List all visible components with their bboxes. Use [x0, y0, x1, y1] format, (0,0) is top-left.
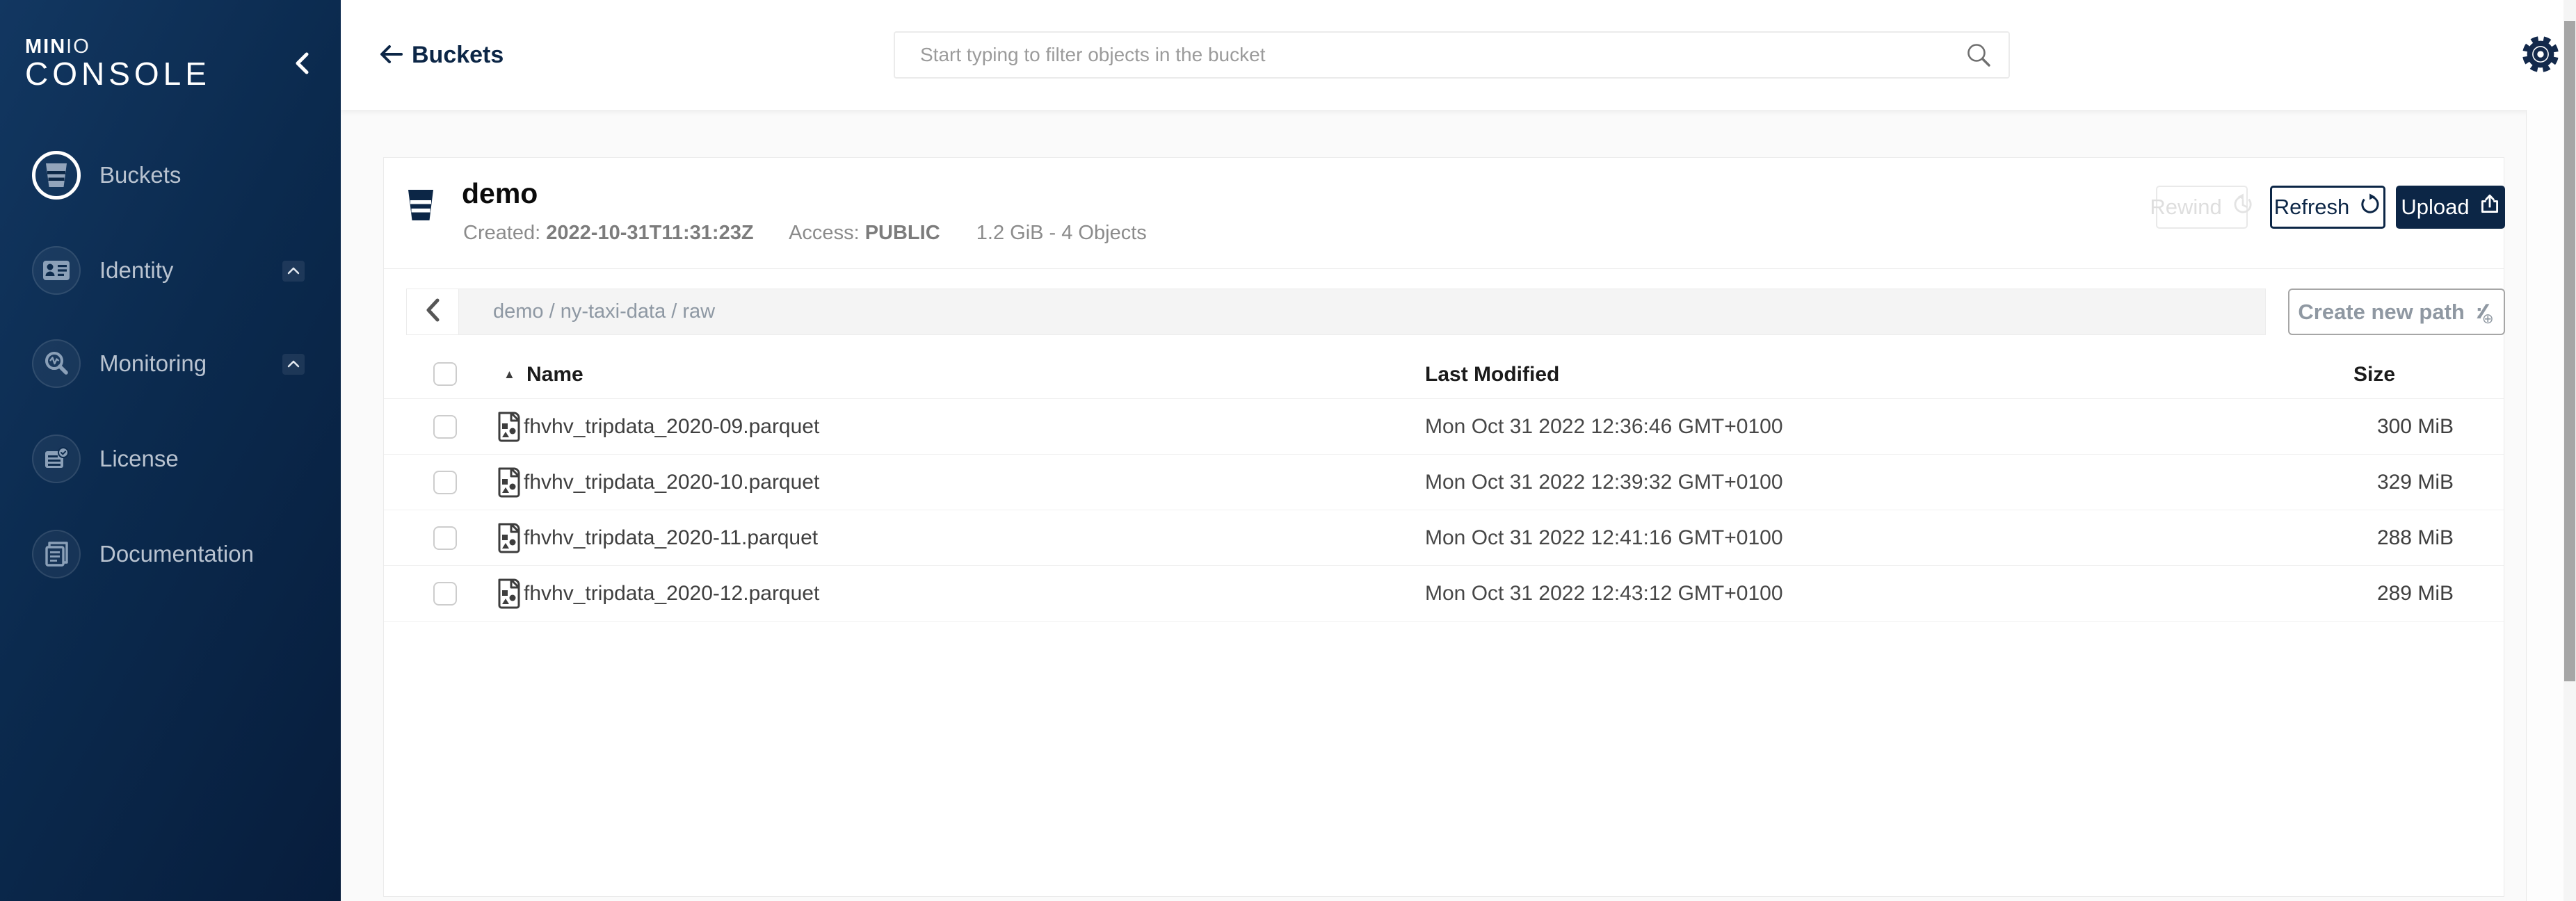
- identity-collapse-button[interactable]: [282, 261, 305, 282]
- created-value: 2022-10-31T11:31:23Z: [546, 222, 753, 244]
- table-row[interactable]: fhvhv_tripdata_2020-10.parquet Mon Oct 3…: [384, 455, 2504, 510]
- bucket-browser-panel: demo Created: 2022-10-31T11:31:23Z Acces…: [383, 157, 2504, 897]
- rewind-button[interactable]: Rewind: [2156, 186, 2248, 229]
- chevron-left-icon: [293, 51, 311, 78]
- sidebar-item-label: Monitoring: [99, 339, 207, 388]
- id-card-icon: [32, 246, 81, 295]
- gear-icon: [2520, 67, 2561, 77]
- access-label: Access:: [789, 222, 860, 244]
- table-row[interactable]: fhvhv_tripdata_2020-11.parquet Mon Oct 3…: [384, 510, 2504, 566]
- parquet-file-icon: [496, 412, 521, 446]
- refresh-button[interactable]: Refresh: [2270, 186, 2385, 229]
- parquet-file-icon: [496, 578, 521, 612]
- refresh-button-label: Refresh: [2274, 195, 2350, 220]
- table-header-row: ▲ Name Last Modified Size: [384, 350, 2504, 399]
- search-icon: [1965, 42, 1992, 72]
- access-value[interactable]: PUBLIC: [865, 222, 940, 244]
- bucket-icon: [32, 151, 81, 200]
- column-header-size: Size: [2353, 350, 2395, 399]
- object-size: 288 MiB: [2175, 510, 2454, 566]
- sidebar-item-label: License: [99, 435, 179, 483]
- filter-objects-input[interactable]: [894, 31, 2010, 79]
- breadcrumb-bar: demo / ny-taxi-data / raw: [406, 289, 2266, 335]
- back-button[interactable]: [377, 42, 405, 68]
- usage-summary: 1.2 GiB - 4 Objects: [976, 222, 1147, 244]
- bucket-name-title: demo: [462, 177, 538, 210]
- object-last-modified: Mon Oct 31 2022 12:41:16 GMT+0100: [1425, 510, 1783, 566]
- arrow-left-icon: [378, 58, 404, 68]
- license-icon: [32, 435, 81, 483]
- sidebar-item-license[interactable]: License: [0, 435, 341, 485]
- table-row[interactable]: fhvhv_tripdata_2020-12.parquet Mon Oct 3…: [384, 566, 2504, 622]
- sidebar-item-label: Documentation: [99, 530, 254, 578]
- topbar-title-buckets[interactable]: Buckets: [412, 0, 504, 110]
- row-checkbox[interactable]: [433, 471, 457, 494]
- sidebar-collapse-button[interactable]: [288, 49, 316, 79]
- row-checkbox[interactable]: [433, 582, 457, 606]
- breadcrumb[interactable]: demo / ny-taxi-data / raw: [493, 289, 715, 334]
- row-checkbox[interactable]: [433, 526, 457, 550]
- minio-console-logo: MINIO CONSOLE: [25, 36, 211, 90]
- sidebar-item-monitoring[interactable]: Monitoring: [0, 339, 341, 389]
- sort-ascending-icon[interactable]: ▲: [504, 350, 515, 399]
- row-checkbox[interactable]: [433, 415, 457, 439]
- bucket-icon: [406, 188, 435, 225]
- object-name[interactable]: fhvhv_tripdata_2020-10.parquet: [524, 455, 819, 510]
- object-last-modified: Mon Oct 31 2022 12:39:32 GMT+0100: [1425, 455, 1783, 510]
- monitor-search-icon: [32, 339, 81, 388]
- topbar: Buckets: [341, 0, 2576, 110]
- upload-icon: [2479, 194, 2500, 220]
- sidebar-item-documentation[interactable]: Documentation: [0, 530, 341, 580]
- sidebar-item-identity[interactable]: Identity: [0, 246, 341, 296]
- refresh-icon: [2359, 193, 2381, 221]
- page-scrollbar: [2563, 0, 2576, 901]
- object-size: 329 MiB: [2175, 455, 2454, 510]
- rewind-icon: [2232, 193, 2254, 221]
- chevron-up-icon: [287, 359, 300, 371]
- created-label: Created:: [463, 222, 540, 244]
- create-new-path-label: Create new path: [2298, 300, 2464, 325]
- rewind-button-label: Rewind: [2150, 195, 2221, 220]
- table-row[interactable]: fhvhv_tripdata_2020-09.parquet Mon Oct 3…: [384, 399, 2504, 455]
- sidebar: MINIO CONSOLE Buckets Identity Monitorin…: [0, 0, 341, 901]
- header-divider: [384, 268, 2504, 269]
- settings-button[interactable]: [2519, 33, 2562, 76]
- object-last-modified: Mon Oct 31 2022 12:36:46 GMT+0100: [1425, 399, 1783, 455]
- documentation-icon: [32, 530, 81, 578]
- parquet-file-icon: [496, 523, 521, 557]
- column-header-name[interactable]: Name: [526, 350, 583, 399]
- chevron-left-icon: [423, 296, 442, 327]
- scroll-gutter: [2526, 110, 2563, 901]
- monitoring-collapse-button[interactable]: [282, 354, 305, 375]
- object-size: 300 MiB: [2175, 399, 2454, 455]
- search-field-wrap: [894, 31, 2010, 79]
- object-name[interactable]: fhvhv_tripdata_2020-09.parquet: [524, 399, 819, 455]
- column-header-last-modified: Last Modified: [1425, 350, 1559, 399]
- parquet-file-icon: [496, 467, 521, 501]
- object-last-modified: Mon Oct 31 2022 12:43:12 GMT+0100: [1425, 566, 1783, 622]
- select-all-checkbox[interactable]: [433, 362, 457, 386]
- sidebar-item-label: Buckets: [99, 151, 181, 200]
- bucket-meta: Created: 2022-10-31T11:31:23Z Access: PU…: [463, 222, 1147, 245]
- logo-text-console: CONSOLE: [25, 57, 211, 90]
- object-size: 289 MiB: [2175, 566, 2454, 622]
- upload-button-label: Upload: [2401, 195, 2469, 220]
- scrollbar-thumb[interactable]: [2564, 21, 2575, 681]
- sidebar-item-buckets[interactable]: Buckets: [0, 151, 341, 201]
- upload-button[interactable]: Upload: [2396, 186, 2505, 229]
- logo-text-io: IO: [66, 35, 90, 58]
- object-name[interactable]: fhvhv_tripdata_2020-12.parquet: [524, 566, 819, 622]
- new-path-icon: :∕∕⊕: [2476, 300, 2495, 325]
- chevron-up-icon: [287, 266, 300, 277]
- logo-text-min: MIN: [25, 35, 66, 58]
- create-new-path-button[interactable]: Create new path :∕∕⊕: [2288, 289, 2505, 335]
- object-name[interactable]: fhvhv_tripdata_2020-11.parquet: [524, 510, 818, 566]
- breadcrumb-back-button[interactable]: [407, 289, 459, 334]
- sidebar-item-label: Identity: [99, 246, 173, 295]
